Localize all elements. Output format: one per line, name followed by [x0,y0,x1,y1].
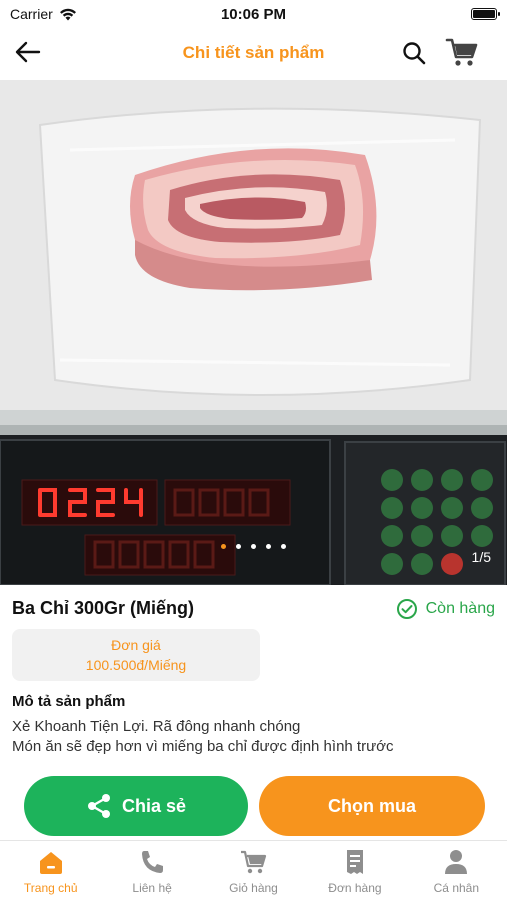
gallery-pagination[interactable] [0,544,507,549]
product-description: Xẻ Khoanh Tiện Lợi. Rã đông nhanh chóng … [12,717,393,757]
tab-cart[interactable]: Giỏ hàng [203,841,304,901]
pagination-dot[interactable] [236,544,241,549]
tab-home[interactable]: Trang chủ [0,841,101,901]
pagination-dot[interactable] [281,544,286,549]
buy-label: Chọn mua [328,795,416,816]
search-button[interactable] [401,40,427,66]
pagination-dot[interactable] [251,544,256,549]
tab-label: Trang chủ [23,881,78,895]
page-title: Chi tiết sản phẩm [182,43,325,62]
receipt-icon [346,850,363,874]
back-button[interactable] [12,38,44,66]
check-circle-icon [396,599,417,619]
description-title: Mô tả sản phẩm [12,693,126,710]
image-counter: 1/5 [471,549,491,565]
pagination-dot[interactable] [221,544,226,549]
phone-icon [142,851,164,873]
buy-button[interactable]: Chọn mua [259,776,485,836]
description-line: Món ăn sẽ đẹp hơn vì miếng ba chỉ được đ… [12,738,394,755]
share-label: Chia sẻ [121,795,187,816]
tab-profile[interactable]: Cá nhân [406,841,507,901]
tab-label: Cá nhân [433,881,480,895]
share-button[interactable]: Chia sẻ [24,776,248,836]
cart-icon [240,850,266,874]
tab-label: Liên hệ [132,881,172,895]
person-icon [445,850,468,874]
pagination-dot[interactable] [266,544,271,549]
stock-label: Còn hàng [425,600,495,617]
product-name: Ba Chỉ 300Gr (Miếng) [12,598,195,618]
price-label: Đơn giá [111,637,161,653]
navigation-bar: Chi tiết sản phẩm [0,28,507,76]
battery-icon [471,8,500,20]
search-icon [403,42,426,65]
share-icon [87,794,110,818]
cart-icon [445,38,478,66]
arrow-left-icon [15,41,41,63]
price-value: 100.500đ/Miếng [85,657,187,673]
tab-label: Giỏ hàng [229,881,278,895]
home-icon [39,852,62,874]
stock-status: Còn hàng [396,598,495,620]
description-line: Xẻ Khoanh Tiện Lợi. Rã đông nhanh chóng [12,718,301,735]
cart-button[interactable] [445,36,479,68]
tab-label: Đơn hàng [328,881,382,895]
product-photo [0,80,507,585]
product-image-gallery[interactable] [0,80,507,585]
bottom-tab-bar: Trang chủ Liên hệ Giỏ hàng Đơn hàng Cá n… [0,840,507,901]
tab-contact[interactable]: Liên hệ [101,841,202,901]
clock: 10:06 PM [220,6,287,23]
tab-orders[interactable]: Đơn hàng [304,841,405,901]
status-bar: Carrier 10:06 PM [0,0,507,28]
unit-price-box: Đơn giá 100.500đ/Miếng [12,629,260,681]
